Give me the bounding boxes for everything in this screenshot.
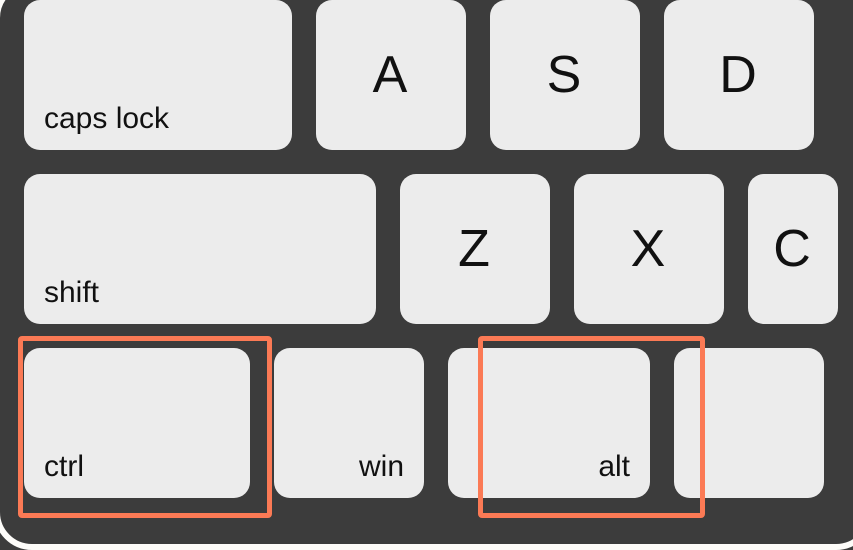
key-label: S (547, 45, 584, 105)
key-d[interactable]: D (664, 0, 814, 150)
key-label: C (773, 219, 813, 279)
key-label: win (359, 450, 404, 484)
key-caps-lock[interactable]: caps lock (24, 0, 292, 150)
key-shift[interactable]: shift (24, 174, 376, 324)
key-label: X (631, 219, 668, 279)
key-label: A (373, 45, 410, 105)
key-x[interactable]: X (574, 174, 724, 324)
key-c[interactable]: C (748, 174, 838, 324)
key-space[interactable] (674, 348, 824, 498)
key-s[interactable]: S (490, 0, 640, 150)
key-label: Z (458, 219, 492, 279)
key-label: shift (44, 276, 356, 310)
key-z[interactable]: Z (400, 174, 550, 324)
key-a[interactable]: A (316, 0, 466, 150)
key-label: caps lock (44, 102, 272, 136)
key-label: D (719, 45, 759, 105)
key-alt[interactable]: alt (448, 348, 650, 498)
key-row-1: caps lock A S D (0, 0, 853, 174)
key-row-3: ctrl win alt (0, 348, 853, 522)
key-row-2: shift Z X C (0, 174, 853, 348)
key-label: ctrl (44, 450, 230, 484)
key-label: alt (598, 450, 630, 484)
keyboard-frame: caps lock A S D shift Z X C ctrl win (0, 0, 853, 550)
key-win[interactable]: win (274, 348, 424, 498)
key-ctrl[interactable]: ctrl (24, 348, 250, 498)
